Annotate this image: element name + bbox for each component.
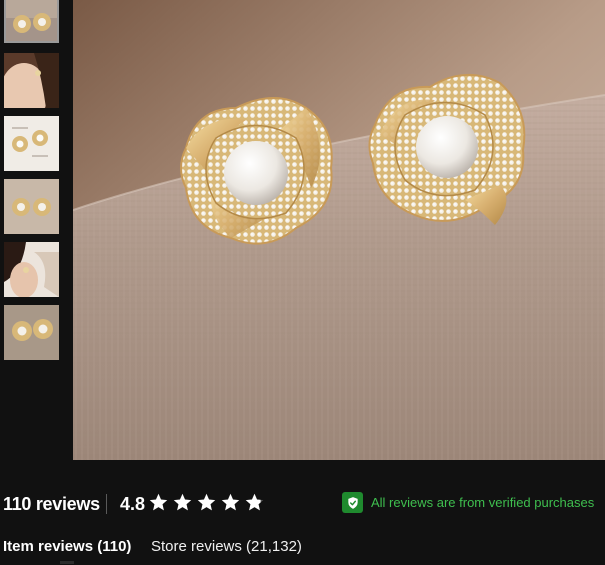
rating-value: 4.8	[120, 494, 146, 514]
thumbnail-earrings-detail[interactable]	[4, 305, 59, 360]
verified-text: All reviews are from verified purchases	[371, 495, 595, 510]
divider	[106, 494, 107, 514]
review-count[interactable]: 110 reviews	[3, 494, 100, 515]
thumbnail-image	[4, 179, 59, 234]
thumbnail-image	[4, 0, 59, 43]
thumbnail-model-wearing-earring[interactable]	[4, 53, 59, 108]
main-product-image[interactable]	[73, 0, 605, 460]
right-earring	[368, 73, 526, 225]
earrings-photo	[73, 0, 605, 460]
star-icon	[221, 493, 240, 511]
thumbnail-earrings-closeup[interactable]	[4, 0, 59, 43]
reviews-summary-bar: 110 reviews 4.8 All reviews are from ver…	[0, 483, 605, 523]
thumbnail-image	[4, 242, 59, 297]
review-tabs: Item reviews (110) Store reviews (21,132…	[0, 532, 605, 565]
thumbnail-image	[4, 116, 59, 171]
star-rating	[148, 492, 265, 514]
star-icon	[245, 493, 264, 511]
verified-purchases-notice: All reviews are from verified purchases	[342, 492, 594, 513]
shield-check-icon	[342, 492, 363, 513]
star-icon	[173, 493, 192, 511]
thumbnail-image	[4, 53, 59, 108]
tab-store-reviews[interactable]: Store reviews (21,132)	[151, 538, 302, 555]
tab-item-reviews[interactable]: Item reviews (110)	[3, 538, 131, 555]
thumbnail-model-side-view[interactable]	[4, 242, 59, 297]
thumbnail-size-chart[interactable]	[4, 116, 59, 171]
thumbnail-image	[4, 305, 59, 360]
star-icon	[197, 493, 216, 511]
tab-indicator	[60, 561, 74, 564]
star-icon	[149, 493, 168, 511]
review-section: 110 reviews 4.8 All reviews are from ver…	[0, 0, 605, 565]
thumbnail-earrings-pair[interactable]	[4, 179, 59, 234]
thumbnail-rail	[0, 0, 72, 460]
